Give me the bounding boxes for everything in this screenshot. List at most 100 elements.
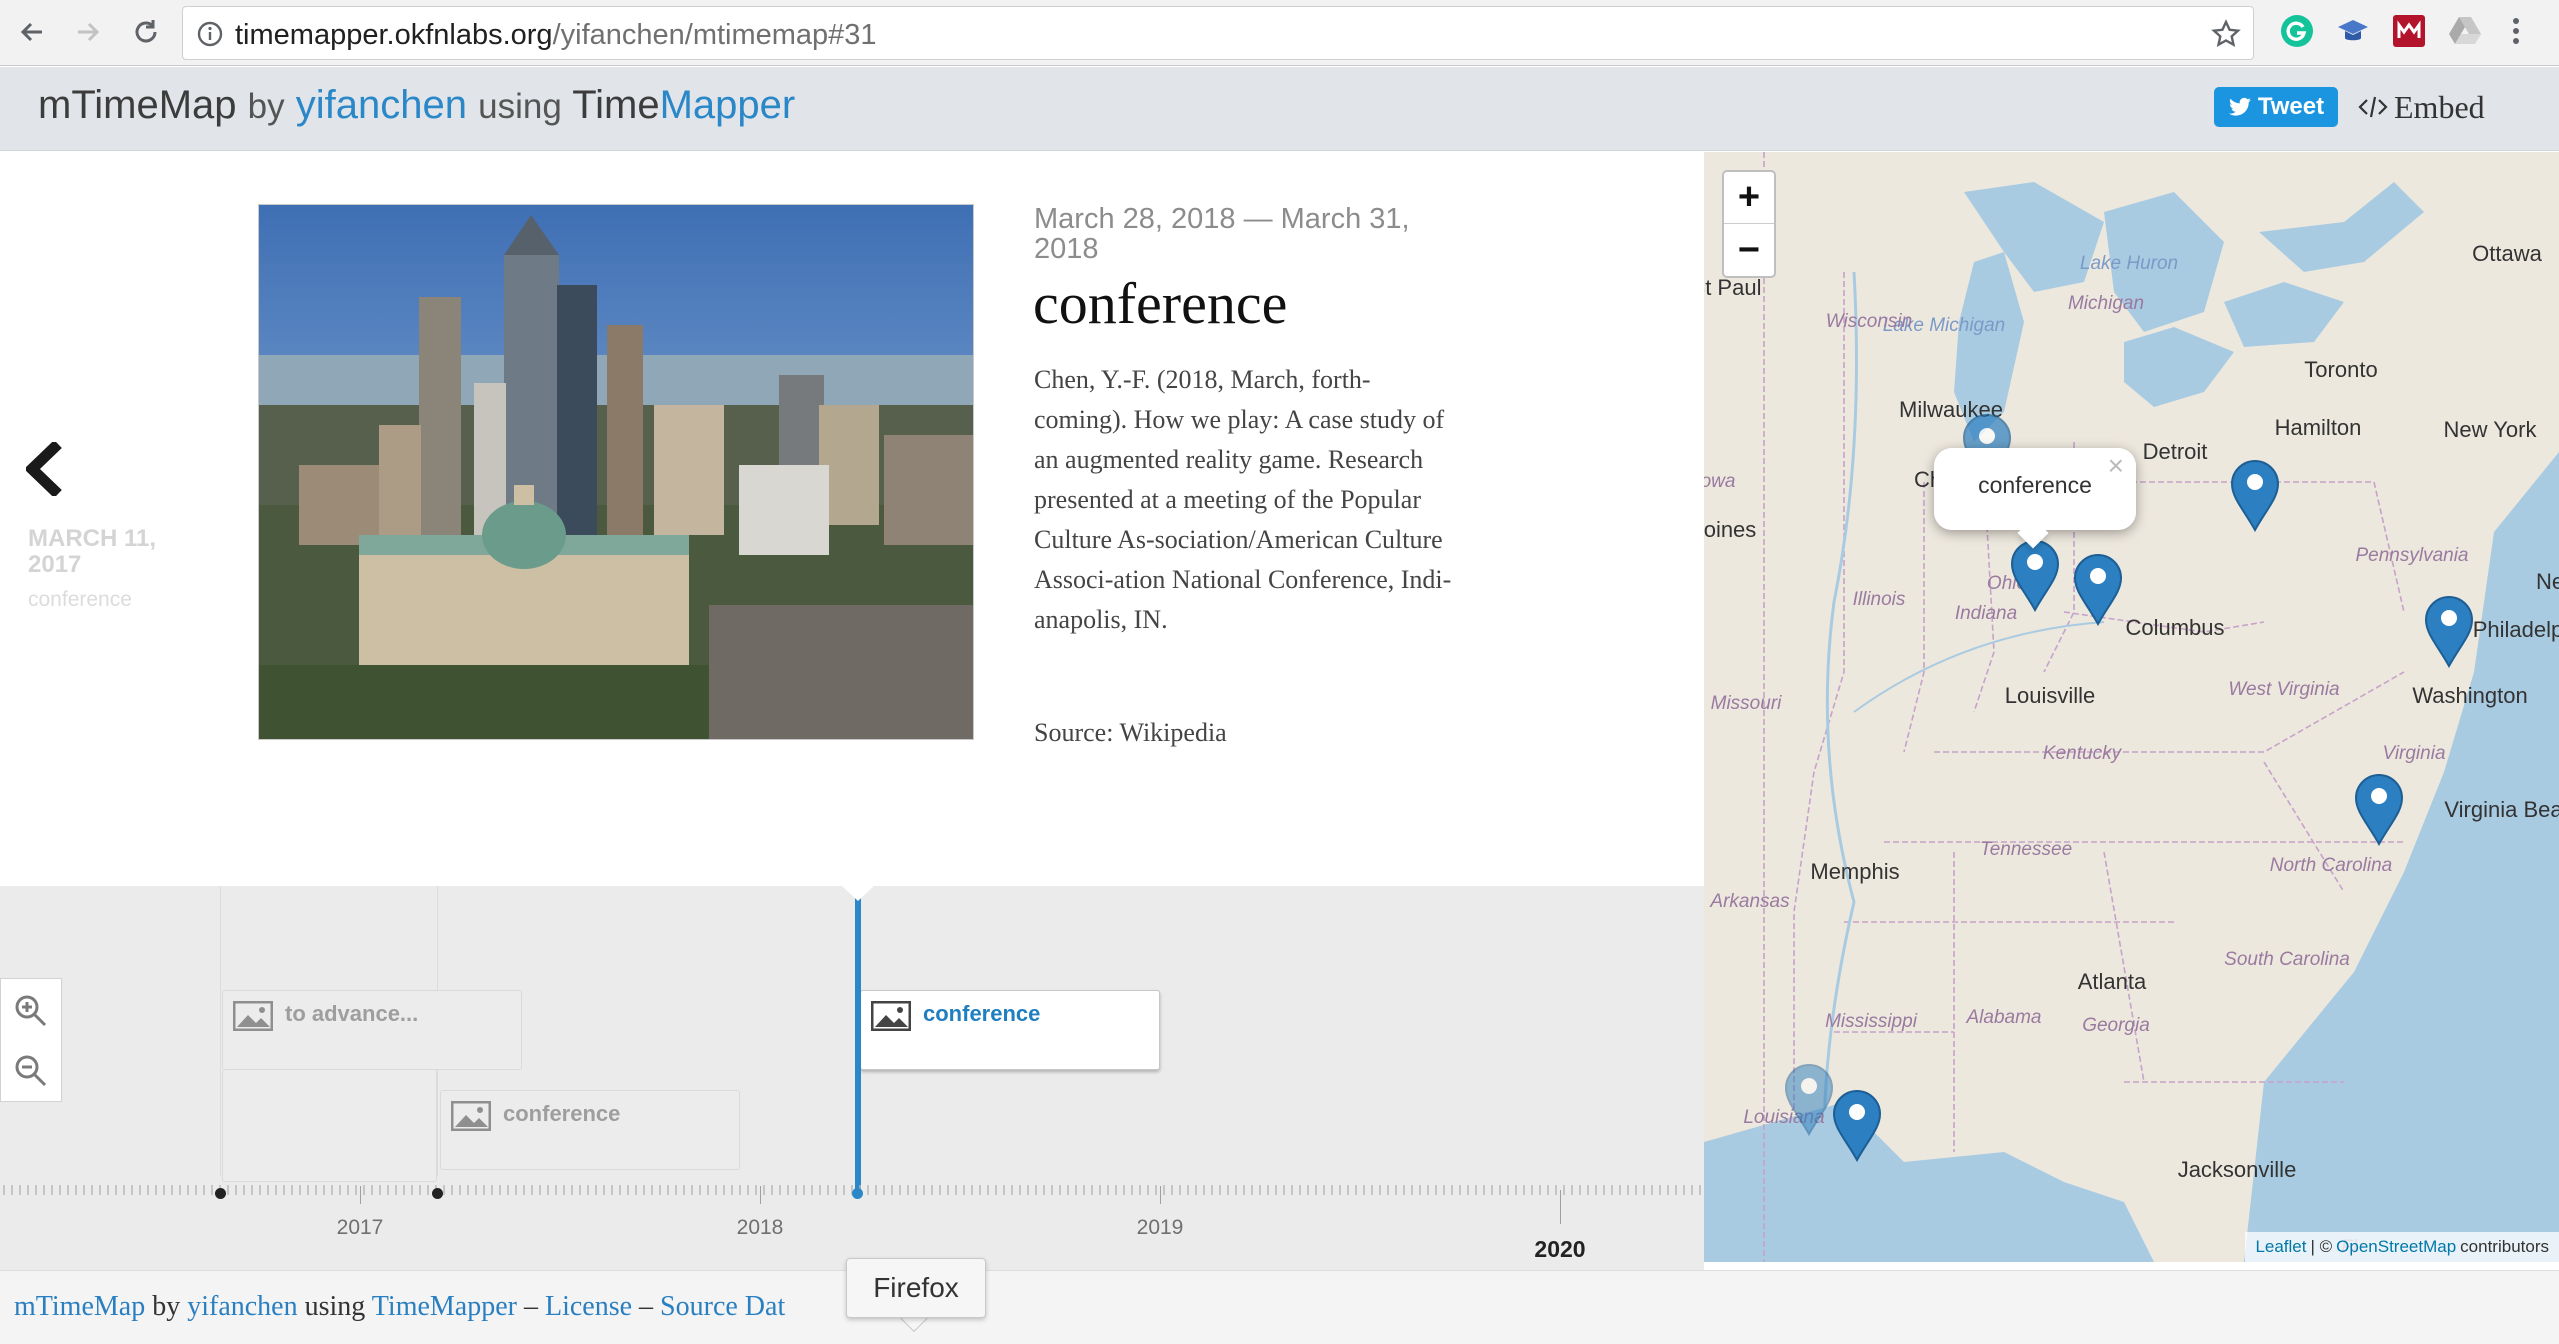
map-marker[interactable] [1832,1090,1882,1162]
graduation-cap-icon[interactable] [2336,14,2370,48]
footer-license-link[interactable]: License [545,1291,632,1322]
footer-author-link[interactable]: yifanchen [187,1291,297,1322]
map-marker-faded[interactable] [1784,1064,1834,1136]
more-vertical-icon [2513,18,2519,44]
slide-title: conference [1033,271,1288,336]
image-thumbnail-icon [451,1101,491,1131]
back-arrow-icon [20,22,42,42]
attribution-separator: | © [2310,1237,2333,1256]
forward-button[interactable] [68,12,108,52]
year-label: 2019 [1136,1216,1184,1239]
map-city-label: Columbus [2125,615,2225,640]
map-state-label: Alabama [1966,1007,2042,1028]
previous-slide-date[interactable]: MARCH 11, 2017 [28,526,208,578]
timeline-marker-active[interactable]: conference [860,990,1160,1070]
footer-dash: – [639,1291,654,1322]
map-popup-close-button[interactable]: × [2108,450,2124,482]
back-button[interactable] [12,12,52,52]
openstreetmap-link[interactable]: OpenStreetMap [2336,1237,2456,1257]
map-city-label: Toronto [2304,357,2378,382]
url-text: timemapper.okfnlabs.org/yifanchen/mtimem… [235,19,877,52]
reload-icon [135,20,157,43]
browser-menu-button[interactable] [2502,14,2530,48]
previous-slide-button[interactable] [24,440,72,498]
map-water-label: Lake Huron [2079,253,2179,274]
map-zoom-controls: + − [1722,170,1776,278]
author-link[interactable]: yifanchen [296,83,467,127]
timeline-marker-label: conference [503,1101,621,1126]
reload-button[interactable] [126,12,166,52]
browser-toolbar: timemapper.okfnlabs.org/yifanchen/mtimem… [0,0,2559,66]
chevron-left-icon [24,440,62,498]
footer-timemapper-link[interactable]: TimeMapper [372,1291,517,1322]
map-marker[interactable] [2230,460,2280,532]
bookmark-star-icon[interactable] [2211,19,2241,49]
map-city-label: Washington [2412,683,2528,708]
map-marker[interactable] [2073,554,2123,626]
year-label-major: 2020 [1534,1236,1586,1262]
hover-tooltip: Firefox [846,1258,986,1318]
drive-icon[interactable] [2448,14,2482,48]
year-label: 2017 [336,1216,384,1239]
map-city-label: Jacksonville [2177,1157,2297,1182]
map-state-label: Illinois [1852,589,1906,610]
map-city-label: Philadelp [2472,617,2559,642]
map-zoom-out-button[interactable]: − [1724,224,1774,276]
map-state-label: North Carolina [2269,855,2393,876]
year-tick [760,1186,761,1204]
map-city-label: Louisville [2004,683,2096,708]
previous-slide-headline[interactable]: conference [28,588,132,612]
map-city-label: Atlanta [2077,969,2147,994]
grammarly-icon[interactable] [2280,14,2314,48]
zoom-in-icon[interactable] [13,993,49,1029]
year-label: 2018 [736,1216,784,1239]
slide-source: Source: Wikipedia [1034,718,1227,747]
footer-title-link[interactable]: mTimeMap [14,1291,145,1322]
slide-description: Chen, Y.-F. (2018, March, forth-coming).… [1034,365,1452,634]
by-text: by [247,87,285,126]
twitter-bird-icon [2228,97,2251,116]
timeline-marker-label: to advance... [285,1001,419,1026]
map-attribution: Leaflet | © OpenStreetMap contributors [2245,1232,2559,1262]
embed-button[interactable]: Embed [2358,85,2485,129]
code-icon [2358,96,2388,118]
map-view[interactable]: Lake Huron Lake Michigan Wisconsin Michi… [1704,152,2559,1262]
using-text: using [478,87,562,126]
timeline-pointer [842,886,874,901]
site-title: mTimeMap [38,83,237,127]
footer-source-link[interactable]: Source Dat [660,1291,785,1322]
map-state-label: Wisconsin [1825,311,1913,332]
timeline-marker[interactable]: conference [440,1090,740,1170]
brand: mTimeMap by yifanchen using TimeMapper [38,83,795,128]
leaflet-link[interactable]: Leaflet [2255,1237,2306,1257]
map-city-label: Detroit [2142,439,2208,464]
map-marker[interactable] [2010,540,2060,612]
timemapper-link[interactable]: TimeMapper [572,83,795,127]
map-city-label: oines [1704,517,1757,542]
mendeley-icon[interactable] [2392,14,2426,48]
zoom-out-icon[interactable] [13,1053,49,1089]
map-marker[interactable] [2354,774,2404,846]
url-host: timemapper.okfnlabs.org [235,19,553,51]
footer-dash: – [523,1291,538,1322]
timeline-guide [220,886,221,1176]
map-city-label: Memphis [1810,859,1900,884]
map-marker[interactable] [2424,596,2474,668]
map-popup: conference × [1934,448,2136,549]
timeline-marker[interactable]: to advance... [222,990,522,1070]
map-state-label: South Carolina [2224,949,2350,970]
image-thumbnail-icon [233,1001,273,1031]
map-popup-text: conference [1978,472,2092,498]
footer-credits: mTimeMap by yifanchen using TimeMapper –… [14,1291,785,1323]
map-state-label: Georgia [2082,1015,2150,1036]
year-tick [1160,1186,1161,1204]
tweet-button[interactable]: Tweet [2214,87,2338,127]
image-thumbnail-icon [871,1001,911,1031]
map-zoom-in-button[interactable]: + [1724,172,1774,224]
url-path: /yifanchen/mtimemap#31 [552,19,877,51]
timeline-navigation[interactable]: to advance... conference conference 2017… [0,886,1704,1270]
page-footer: mTimeMap by yifanchen using TimeMapper –… [0,1270,2559,1344]
address-bar[interactable]: timemapper.okfnlabs.org/yifanchen/mtimem… [182,6,2254,60]
timemapper-part1: Time [572,83,660,127]
timemapper-part2: Mapper [659,83,796,127]
